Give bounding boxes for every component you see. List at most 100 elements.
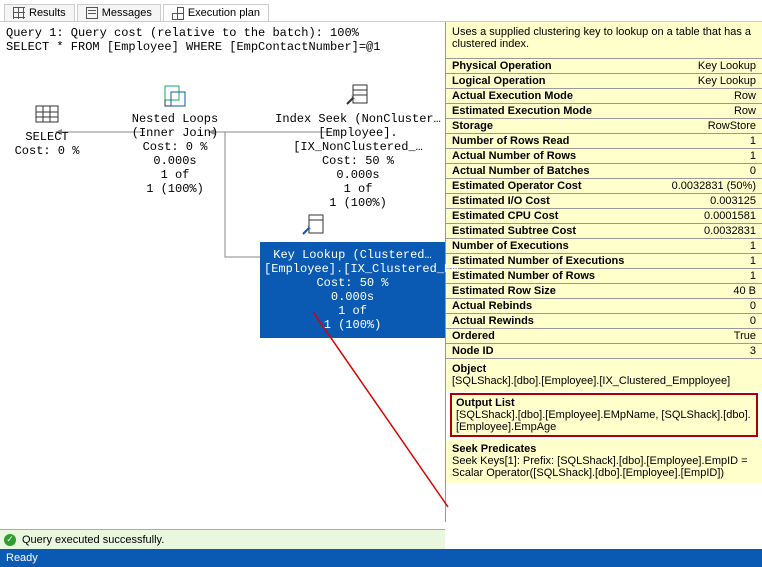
node-lookup-cost: Cost: 50 % [264, 276, 441, 290]
prop-key: Estimated Execution Mode [452, 105, 592, 117]
prop-value: 1 [750, 135, 756, 147]
node-nested-rows2: 1 (100%) [120, 182, 230, 196]
node-nested-title: Nested Loops [120, 112, 230, 126]
node-seek-title: Index Seek (NonCluster… [268, 112, 448, 126]
prop-key: Actual Number of Batches [452, 165, 590, 177]
node-lookup-sub: [Employee].[IX_Clustered_Em… [264, 262, 441, 276]
prop-row: Estimated Row Size 40 B [446, 284, 762, 299]
prop-row: Actual Rewinds 0 [446, 314, 762, 329]
prop-key: Actual Execution Mode [452, 90, 573, 102]
prop-key: Node ID [452, 345, 494, 357]
plan-node-index-seek[interactable]: Index Seek (NonCluster… [Employee].[IX_N… [268, 82, 448, 210]
prop-key: Actual Rewinds [452, 315, 534, 327]
prop-key: Estimated Subtree Cost [452, 225, 576, 237]
prop-value: 1 [750, 255, 756, 267]
prop-row: Estimated Execution ModeRow [446, 104, 762, 119]
prop-row: Ordered True [446, 329, 762, 344]
prop-value: Key Lookup [698, 75, 756, 87]
prop-value: 0.003125 [710, 195, 756, 207]
prop-value: Row [734, 90, 756, 102]
prop-value: 0.0032831 [704, 225, 756, 237]
tab-execution-plan[interactable]: Execution plan [163, 4, 269, 21]
success-icon: ✓ [4, 534, 16, 546]
prop-key: Estimated Number of Rows [452, 270, 595, 282]
node-nested-time: 0.000s [120, 154, 230, 168]
prop-key: Actual Number of Rows [452, 150, 576, 162]
table-icon [33, 100, 61, 128]
seekp-value: Seek Keys[1]: Prefix: [SQLShack].[dbo].[… [452, 455, 756, 479]
prop-row: Estimated Number of Rows 1 [446, 269, 762, 284]
object-value: [SQLShack].[dbo].[Employee].[IX_Clustere… [452, 375, 756, 387]
tab-results[interactable]: Results [4, 4, 75, 21]
prop-value: 0 [750, 315, 756, 327]
plan-node-select[interactable]: SELECT Cost: 0 % [12, 100, 82, 158]
output-list-section: Output List [SQLShack].[dbo].[Employee].… [450, 393, 758, 437]
prop-key: Estimated CPU Cost [452, 210, 558, 222]
prop-value: 40 B [733, 285, 756, 297]
prop-row: Actual Rebinds0 [446, 299, 762, 314]
execution-plan-canvas[interactable]: Query 1: Query cost (relative to the bat… [0, 22, 445, 522]
grid-icon [13, 7, 25, 19]
prop-row: Actual Number of Batches 0 [446, 164, 762, 179]
node-seek-cost: Cost: 50 % [268, 154, 448, 168]
prop-row: Logical Operation Key Lookup [446, 74, 762, 89]
prop-row: Estimated Operator Cost0.0032831 (50%) [446, 179, 762, 194]
prop-key: Number of Executions [452, 240, 569, 252]
ready-bar: Ready [0, 549, 762, 567]
prop-value: True [734, 330, 756, 342]
plan-node-key-lookup[interactable]: Key Lookup (Clustered… [Employee].[IX_Cl… [260, 242, 445, 338]
nested-loops-icon [161, 82, 189, 110]
node-nested-rows1: 1 of [120, 168, 230, 182]
plan-node-nested-loops[interactable]: Nested Loops (Inner Join) Cost: 0 % 0.00… [120, 82, 230, 196]
plan-icon [172, 7, 184, 19]
node-seek-sub: [Employee].[IX_NonClustered_… [268, 126, 448, 154]
node-nested-cost: Cost: 0 % [120, 140, 230, 154]
object-section: Object [SQLShack].[dbo].[Employee].[IX_C… [446, 359, 762, 391]
prop-key: Estimated Number of Executions [452, 255, 624, 267]
prop-value: 0.0032831 (50%) [672, 180, 756, 192]
node-select-cost: Cost: 0 % [12, 144, 82, 158]
seek-predicates-section: Seek Predicates Seek Keys[1]: Prefix: [S… [446, 439, 762, 483]
ready-text: Ready [6, 552, 38, 564]
node-seek-time: 0.000s [268, 168, 448, 182]
prop-row: Actual Execution Mode Row [446, 89, 762, 104]
prop-value: 0.0001581 [704, 210, 756, 222]
node-nested-sub: (Inner Join) [120, 126, 230, 140]
prop-row: Number of Rows Read1 [446, 134, 762, 149]
prop-key: Estimated Row Size [452, 285, 556, 297]
prop-row: Estimated I/O Cost 0.003125 [446, 194, 762, 209]
prop-value: 1 [750, 270, 756, 282]
tab-messages[interactable]: Messages [77, 4, 161, 21]
node-lookup-rows1: 1 of [264, 304, 441, 318]
node-lookup-title: Key Lookup (Clustered… [264, 248, 441, 262]
query-sql-header: SELECT * FROM [Employee] WHERE [EmpConta… [6, 40, 439, 54]
query-cost-header: Query 1: Query cost (relative to the bat… [6, 26, 439, 40]
node-select-title: SELECT [12, 130, 82, 144]
prop-key: Storage [452, 120, 493, 132]
prop-value: RowStore [708, 120, 756, 132]
prop-row: Number of Executions1 [446, 239, 762, 254]
prop-row: Estimated CPU Cost 0.0001581 [446, 209, 762, 224]
tab-results-label: Results [29, 7, 66, 19]
operator-description: Uses a supplied clustering key to lookup… [446, 22, 762, 59]
prop-value: 3 [750, 345, 756, 357]
key-lookup-icon [300, 212, 328, 240]
prop-key: Actual Rebinds [452, 300, 532, 312]
status-bar: ✓ Query executed successfully. [0, 529, 445, 549]
node-seek-rows1: 1 of [268, 182, 448, 196]
prop-value: 0 [750, 165, 756, 177]
prop-row: Node ID 3 [446, 344, 762, 359]
prop-key: Estimated I/O Cost [452, 195, 550, 207]
prop-key: Logical Operation [452, 75, 546, 87]
prop-value: 1 [750, 150, 756, 162]
prop-row: Estimated Number of Executions 1 [446, 254, 762, 269]
prop-key: Ordered [452, 330, 495, 342]
properties-panel[interactable]: Uses a supplied clustering key to lookup… [445, 22, 762, 522]
prop-row: Physical OperationKey Lookup [446, 59, 762, 74]
result-tabs: Results Messages Execution plan [0, 0, 762, 22]
index-seek-icon [344, 82, 372, 110]
messages-icon [86, 7, 98, 19]
prop-row: Storage RowStore [446, 119, 762, 134]
key-lookup-icon-wrap [300, 212, 328, 242]
tab-messages-label: Messages [102, 7, 152, 19]
